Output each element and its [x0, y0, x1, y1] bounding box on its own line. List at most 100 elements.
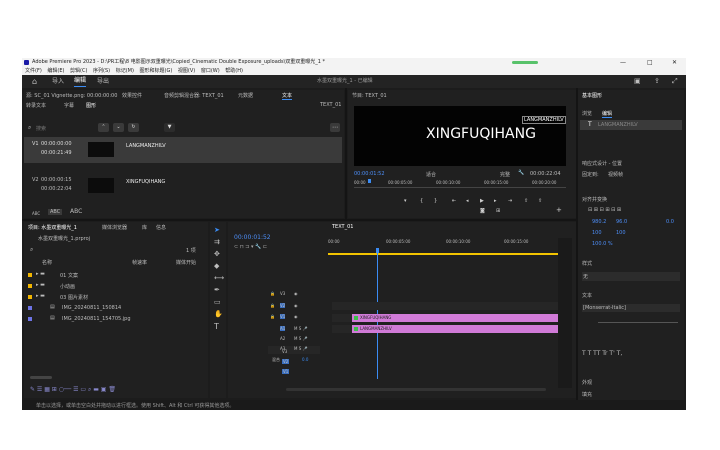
eg-style-dropdown[interactable]: 无 — [582, 272, 680, 281]
track-header-v3[interactable]: 🔒 V3 ◉ — [268, 290, 316, 298]
column-media-start[interactable]: 媒体开始 — [176, 259, 196, 266]
slip-tool-icon[interactable]: ⟷ — [214, 274, 224, 282]
camera-icon[interactable]: ◙ — [480, 208, 485, 214]
subtab-graphics[interactable]: 图形 — [86, 102, 96, 109]
wrench-icon[interactable]: 🔧 — [518, 170, 524, 176]
timeline-tools[interactable]: ⊂ ⊓ ⊐ ▾ 🔧 ⊏ — [234, 244, 267, 250]
menu-sequence[interactable]: 序列(S) — [93, 68, 110, 74]
eg-rotation[interactable]: 0.0 — [666, 219, 674, 225]
timeline-clip[interactable]: LANGMANZHILV — [352, 325, 560, 333]
track-header-a1[interactable]: A1 M S 🎤 — [268, 325, 316, 333]
tab-audio-mixer[interactable]: 音频剪辑混合器: TEXT_01 — [164, 92, 224, 99]
program-viewer[interactable]: LANGMANZHILV XINGFUQIHANG — [354, 106, 566, 166]
work-area-bar[interactable] — [328, 253, 568, 255]
list-item[interactable]: ▤ IMG_20240811_154705.jpg — [24, 314, 208, 324]
more-button[interactable]: ⋯ — [330, 123, 340, 132]
timeline-tracks-area[interactable]: XINGFUQIHANG LANGMANZHILV — [332, 294, 562, 354]
list-item[interactable]: ▤ IMG_20240811_150814 — [24, 303, 208, 313]
quality-dropdown[interactable]: 完整 — [500, 171, 510, 178]
text-style-large[interactable]: ABC — [70, 208, 82, 215]
list-item[interactable]: ▸ ▬ 01 文案 — [24, 270, 208, 280]
lift-icon[interactable]: ⇧ — [524, 198, 528, 204]
text-style-medium[interactable]: ABC — [48, 209, 63, 215]
horizontal-scrollbar[interactable] — [30, 376, 52, 379]
layer-row[interactable]: V2 00:00:00:15 00:00:22:04 XINGFUQIHANG — [24, 173, 342, 199]
tab-import[interactable]: 导入 — [52, 75, 64, 88]
pen-tool-icon[interactable]: ✒ — [214, 286, 220, 294]
menu-graphics[interactable]: 图形和标题(G) — [140, 68, 173, 74]
extract-icon[interactable]: ⇪ — [538, 198, 542, 204]
subtab-transcript[interactable]: 转录文本 — [26, 102, 46, 109]
eg-scale-h[interactable]: 100 — [616, 230, 626, 236]
menu-clip[interactable]: 剪辑(C) — [70, 68, 87, 74]
search-input[interactable]: 搜索 — [36, 125, 46, 132]
layer-row[interactable]: V1 00:00:00:00 00:00:21:49 LANGMANZHILV — [24, 137, 342, 163]
track-lane-v3[interactable] — [332, 302, 562, 310]
text-style-small[interactable]: ABC — [32, 211, 40, 216]
timeline-scrollbar[interactable] — [286, 388, 546, 391]
lock-icon[interactable]: 🔒 — [270, 291, 275, 296]
panel-divider[interactable] — [22, 219, 576, 221]
tab-export[interactable]: 导出 — [97, 75, 109, 88]
eg-pin-dropdown[interactable]: 视频帧 — [608, 171, 623, 178]
eg-header[interactable]: 基本图形 — [582, 92, 602, 99]
eg-tab-edit[interactable]: 编辑 — [602, 110, 613, 118]
step-back-icon[interactable]: ◂ — [466, 198, 469, 204]
go-to-in-icon[interactable]: ⇤ — [452, 198, 456, 204]
tab-media-browser[interactable]: 媒体浏览器 — [102, 224, 127, 231]
column-name[interactable]: 名称 — [42, 259, 52, 266]
mark-in-icon[interactable]: { — [420, 198, 423, 204]
tab-project[interactable]: 项目: 水墨双重曝光_1 — [28, 224, 77, 231]
program-timecode[interactable]: 00:00:01:52 — [354, 171, 385, 177]
column-frame-rate[interactable]: 帧速率 — [132, 259, 147, 266]
ripple-edit-icon[interactable]: ✥ — [214, 250, 220, 258]
tab-text[interactable]: 文本 — [282, 92, 293, 100]
add-button-icon[interactable]: + — [556, 206, 562, 214]
play-icon[interactable]: ▶ — [480, 198, 484, 204]
eg-opacity[interactable]: 100.0 % — [592, 241, 613, 247]
eg-y-value[interactable]: 96.0 — [616, 219, 627, 225]
home-icon[interactable]: ⌂ — [32, 75, 37, 88]
type-tool-icon[interactable]: T — [214, 322, 219, 331]
list-item[interactable]: ▸ ▬ 小动画 — [24, 281, 208, 291]
share-icon[interactable]: ⇪ — [654, 75, 660, 88]
text-format-icons[interactable]: T T TT Tr T' T, — [582, 350, 622, 357]
down-button[interactable]: ⌄ — [113, 123, 124, 132]
rectangle-tool-icon[interactable]: ▭ — [214, 298, 221, 306]
align-icons[interactable]: ⊟ ⊞ ⊟ ⊞ ⊟ ⊞ — [588, 207, 621, 213]
tab-effect-controls[interactable]: 效果控件 — [122, 92, 142, 99]
tab-edit[interactable]: 编辑 — [74, 75, 87, 87]
marker-icon[interactable]: ▾ — [404, 198, 407, 204]
timeline-clip[interactable]: XINGFUQIHANG — [352, 314, 562, 322]
eye-icon[interactable]: ◉ — [294, 314, 298, 319]
hand-tool-icon[interactable]: ✋ — [214, 310, 223, 318]
eg-layer-row[interactable]: T LANGMANZHILV — [580, 120, 682, 130]
track-header-v1[interactable]: 🔒 V1 ◉ — [268, 313, 316, 321]
menu-edit[interactable]: 编辑(E) — [47, 68, 64, 74]
panel-divider[interactable] — [576, 88, 578, 400]
up-button[interactable]: ⌃ — [98, 123, 109, 132]
razor-tool-icon[interactable]: ◆ — [214, 262, 219, 270]
eg-font-dropdown[interactable]: [Monserrat-Italic] — [582, 304, 680, 312]
eg-font-size-slider[interactable] — [598, 322, 678, 323]
tab-info[interactable]: 信息 — [156, 224, 166, 231]
track-header-master[interactable]: 混合 0.0 — [268, 356, 338, 364]
close-button[interactable]: ✕ — [672, 58, 677, 67]
timeline-timecode[interactable]: 00:00:01:52 — [234, 234, 271, 241]
menu-window[interactable]: 窗口(W) — [201, 68, 220, 74]
minimize-button[interactable]: — — [620, 58, 626, 67]
subtab-captions[interactable]: 字幕 — [64, 102, 74, 109]
filter-icon[interactable]: ▼ — [164, 123, 175, 132]
menu-help[interactable]: 帮助(H) — [225, 68, 243, 74]
track-header-v2[interactable]: 🔒 V2 ◉ — [268, 302, 316, 310]
list-item[interactable]: ▸ ▬ 03 图片素材 — [24, 292, 208, 302]
refresh-button[interactable]: ↻ — [128, 123, 139, 132]
playhead-marker[interactable] — [368, 179, 371, 183]
eye-icon[interactable]: ◉ — [294, 291, 298, 296]
mute-solo-icons[interactable]: M S 🎤 — [294, 346, 308, 351]
lock-icon[interactable]: 🔒 — [270, 314, 275, 319]
mute-solo-icons[interactable]: M S 🎤 — [294, 336, 308, 341]
timeline-tab[interactable]: TEXT_01 — [332, 224, 353, 230]
button-editor-icon[interactable]: ⊞ — [496, 208, 500, 214]
go-to-out-icon[interactable]: ⇥ — [508, 198, 512, 204]
